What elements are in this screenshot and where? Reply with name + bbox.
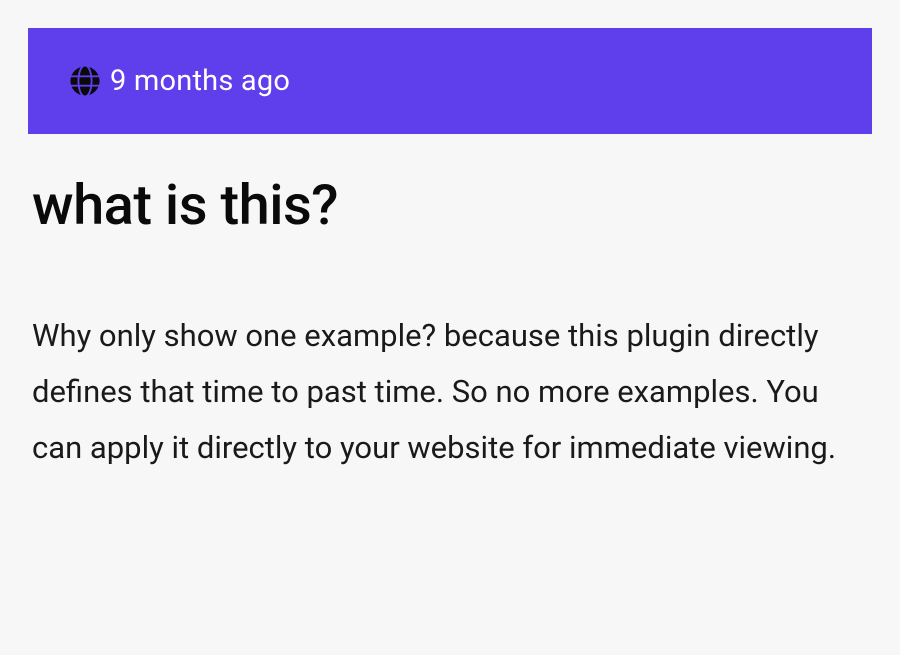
timestamp-text: 9 months ago xyxy=(110,64,290,98)
description-paragraph: Why only show one example? because this … xyxy=(32,308,872,475)
page-heading: what is this? xyxy=(32,172,872,238)
timestamp-banner: 9 months ago xyxy=(28,28,872,134)
globe-icon xyxy=(70,66,100,96)
